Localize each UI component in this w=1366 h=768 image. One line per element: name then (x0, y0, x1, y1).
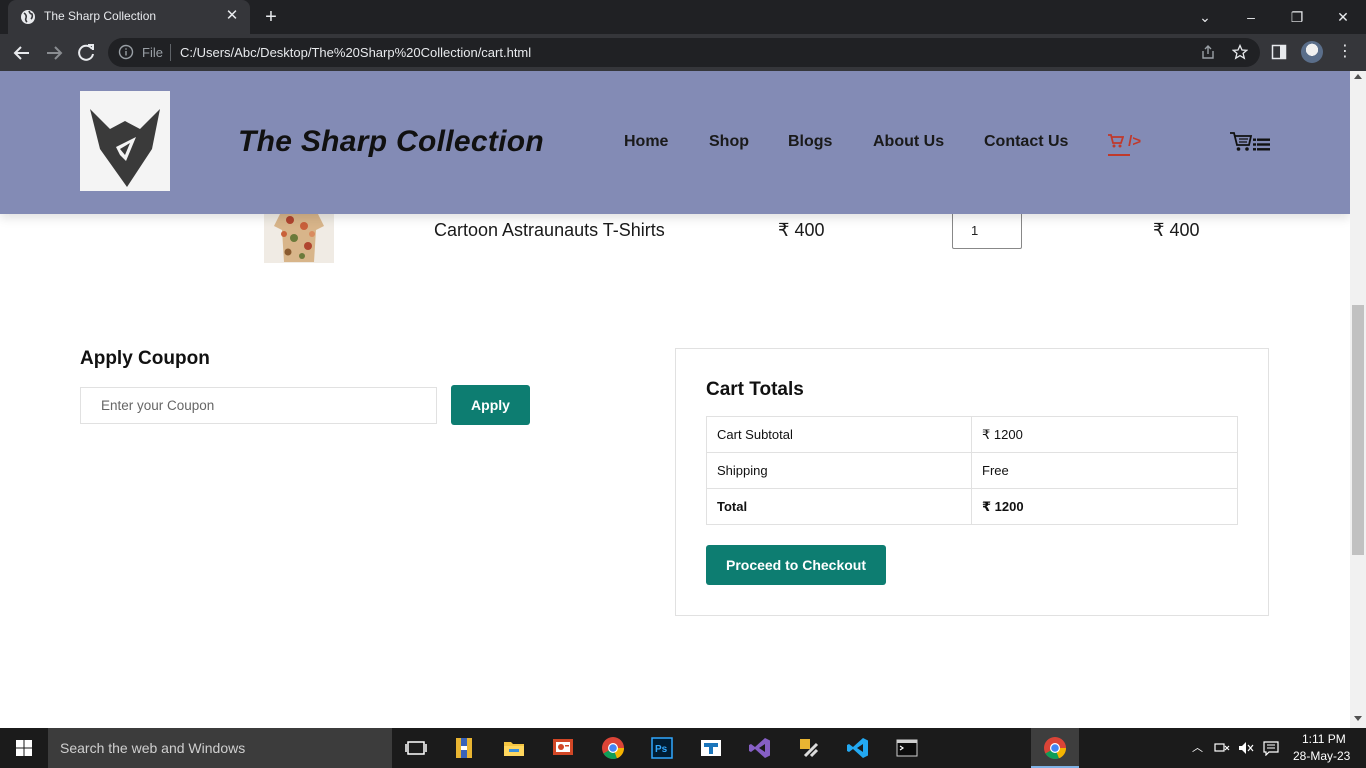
proceed-to-checkout-button[interactable]: Proceed to Checkout (706, 545, 886, 585)
shopping-cart-icon[interactable] (1229, 131, 1253, 153)
presentation-app-icon[interactable] (551, 736, 575, 760)
totals-row-shipping: Shipping Free (706, 452, 1238, 489)
site-logo[interactable] (80, 91, 170, 191)
site-header: The Sharp Collection Home Shop Blogs Abo… (0, 71, 1350, 214)
scroll-down-arrow-icon[interactable] (1354, 716, 1362, 721)
taskbar-active-chrome[interactable] (1031, 728, 1079, 768)
scroll-thumb[interactable] (1352, 305, 1364, 555)
cart-totals-heading: Cart Totals (706, 379, 804, 400)
browser-tab[interactable]: The Sharp Collection ✕ (8, 0, 250, 34)
windows-taskbar: Search the web and Windows Ps ︿ 1:11 PM … (0, 728, 1366, 768)
tools-app-icon[interactable] (797, 736, 821, 760)
network-icon[interactable] (1214, 740, 1230, 756)
nav-cart-text: /> (1128, 133, 1142, 150)
totals-label: Cart Subtotal (706, 416, 972, 453)
minimize-button[interactable]: – (1240, 6, 1262, 28)
hamburger-menu-icon[interactable] (1253, 138, 1270, 151)
task-view-icon[interactable] (404, 736, 428, 760)
clock-date[interactable]: 28-May-23 (1293, 749, 1350, 763)
nav-home[interactable]: Home (624, 133, 668, 151)
browser-tab-bar: The Sharp Collection ✕ + ⌄ – ❐ ✕ (0, 0, 1366, 34)
product-image (264, 206, 334, 263)
vscode-icon[interactable] (846, 736, 870, 760)
side-panel-icon[interactable] (1271, 44, 1287, 60)
active-nav-underline (1108, 154, 1130, 156)
chrome-icon (1044, 737, 1067, 760)
nav-shop[interactable]: Shop (709, 133, 749, 151)
scroll-up-arrow-icon[interactable] (1354, 74, 1362, 79)
browser-menu-icon[interactable]: ⋮ (1336, 43, 1354, 61)
file-explorer-icon[interactable] (502, 736, 526, 760)
page-viewport: The Sharp Collection Home Shop Blogs Abo… (0, 71, 1350, 728)
restore-button[interactable]: ❐ (1286, 6, 1308, 28)
action-center-icon[interactable] (1263, 740, 1279, 756)
nav-contact-us[interactable]: Contact Us (984, 133, 1068, 151)
file-archive-app-icon[interactable] (452, 736, 476, 760)
address-bar[interactable]: File C:/Users/Abc/Desktop/The%20Sharp%20… (108, 38, 1260, 67)
nav-about-us[interactable]: About Us (873, 133, 944, 151)
visual-studio-icon[interactable] (748, 736, 772, 760)
browser-toolbar: File C:/Users/Abc/Desktop/The%20Sharp%20… (0, 34, 1366, 71)
product-name[interactable]: Cartoon Astraunauts T-Shirts (434, 220, 665, 241)
tab-search-icon[interactable]: ⌄ (1194, 6, 1216, 28)
globe-icon (21, 10, 35, 24)
taskbar-search-box[interactable]: Search the web and Windows (48, 728, 392, 768)
tab-title: The Sharp Collection (44, 9, 157, 23)
svg-text:Ps: Ps (655, 744, 668, 755)
show-hidden-icons-caret[interactable]: ︿ (1192, 742, 1204, 754)
windows-start-icon[interactable] (0, 728, 48, 768)
totals-label: Shipping (706, 452, 972, 489)
volume-muted-icon[interactable] (1238, 740, 1254, 756)
back-arrow-icon[interactable] (10, 41, 34, 65)
nav-blogs[interactable]: Blogs (788, 133, 832, 151)
bookmark-star-icon[interactable] (1232, 44, 1248, 60)
quantity-input[interactable] (952, 211, 1022, 249)
typing-app-icon[interactable] (699, 736, 723, 760)
forward-arrow-icon[interactable] (42, 41, 66, 65)
product-subtotal: ₹ 400 (1153, 220, 1200, 240)
new-tab-button[interactable]: + (260, 6, 282, 28)
cart-totals-box: Cart Totals Cart Subtotal ₹ 1200 Shippin… (675, 348, 1269, 616)
file-scheme-label: File (142, 45, 163, 60)
coupon-input[interactable] (80, 387, 437, 424)
profile-avatar[interactable] (1301, 41, 1323, 63)
totals-value: ₹ 1200 (971, 488, 1238, 525)
totals-value: Free (971, 452, 1238, 489)
totals-label: Total (706, 488, 972, 525)
totals-row-subtotal: Cart Subtotal ₹ 1200 (706, 416, 1238, 453)
photoshop-icon[interactable]: Ps (650, 736, 674, 760)
close-tab-icon[interactable]: ✕ (224, 8, 240, 24)
chrome-icon[interactable] (601, 736, 625, 760)
share-icon[interactable] (1200, 44, 1216, 60)
taskbar-search-placeholder: Search the web and Windows (60, 740, 246, 756)
page-scrollbar[interactable] (1350, 71, 1366, 728)
nav-cart-link[interactable]: /> (1108, 133, 1141, 150)
product-price: ₹ 400 (778, 220, 825, 240)
coupon-heading: Apply Coupon (80, 348, 210, 369)
site-title: The Sharp Collection (238, 125, 545, 158)
apply-coupon-button[interactable]: Apply (451, 385, 530, 425)
address-separator (170, 44, 171, 61)
info-icon[interactable] (118, 44, 134, 60)
terminal-icon[interactable] (895, 736, 919, 760)
close-window-button[interactable]: ✕ (1332, 6, 1354, 28)
totals-value: ₹ 1200 (971, 416, 1238, 453)
clock-time[interactable]: 1:11 PM (1302, 732, 1346, 746)
totals-row-total: Total ₹ 1200 (706, 488, 1238, 525)
url-text[interactable]: C:/Users/Abc/Desktop/The%20Sharp%20Colle… (180, 45, 531, 60)
cart-icon (1108, 134, 1125, 148)
reload-icon[interactable] (74, 41, 98, 65)
cart-totals-table: Cart Subtotal ₹ 1200 Shipping Free Total… (706, 416, 1238, 525)
